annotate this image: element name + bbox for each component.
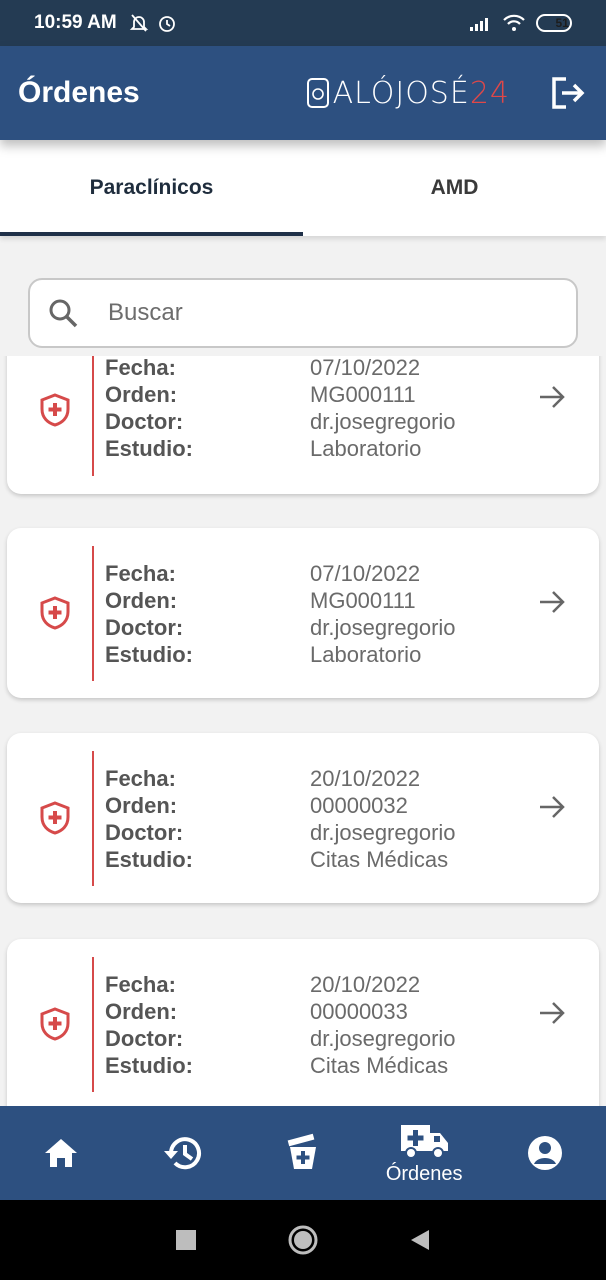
tab-amd[interactable]: AMD xyxy=(303,140,606,236)
system-nav xyxy=(0,1200,606,1280)
orden-label: Orden: xyxy=(105,587,178,613)
ambulance-icon xyxy=(401,1124,449,1159)
logo-accent-text: 24 xyxy=(469,75,510,111)
card-divider xyxy=(92,546,94,681)
estudio-label: Estudio: xyxy=(105,641,193,667)
nav-history[interactable] xyxy=(121,1106,242,1200)
doctor-label: Doctor: xyxy=(105,614,184,640)
fecha-label: Fecha: xyxy=(105,356,176,380)
fecha-label: Fecha: xyxy=(105,971,176,997)
order-card[interactable]: Fecha: 20/10/2022 Orden: 00000032 Doctor: d… xyxy=(7,733,599,903)
orden-value: MG000111 xyxy=(310,587,416,613)
logout-button[interactable] xyxy=(548,73,588,113)
order-card[interactable]: Fecha: 07/10/2022 Orden: MG000111 Doctor: d… xyxy=(7,356,599,494)
tab-paraclinicos[interactable]: Paraclínicos xyxy=(0,140,303,236)
doctor-label: Doctor: xyxy=(105,1025,184,1051)
wifi-icon xyxy=(503,14,525,31)
battery-icon: 51 xyxy=(536,14,572,32)
nav-home[interactable] xyxy=(0,1106,121,1200)
doctor-label: Doctor: xyxy=(105,819,184,845)
tab-bar: Paraclínicos AMD xyxy=(0,140,606,236)
fecha-value: 07/10/2022 xyxy=(310,356,421,380)
doctor-value: dr.josegregorio xyxy=(310,1025,456,1051)
account-icon xyxy=(528,1136,563,1170)
fecha-value: 20/10/2022 xyxy=(310,971,421,997)
battery-level: 51 xyxy=(555,16,569,30)
back-icon[interactable] xyxy=(409,1228,431,1252)
alarm-icon xyxy=(158,16,175,32)
orden-label: Orden: xyxy=(105,792,178,818)
status-time: 10:59 AM xyxy=(34,12,117,33)
phone-logo-icon xyxy=(306,78,329,108)
estudio-label: Estudio: xyxy=(105,846,193,872)
fecha-value: 07/10/2022 xyxy=(310,560,421,586)
doctor-label: Doctor: xyxy=(105,408,184,434)
page-title: Órdenes xyxy=(18,76,140,109)
estudio-label: Estudio: xyxy=(105,1052,193,1078)
estudio-value: Laboratorio xyxy=(310,435,422,461)
search-placeholder: Buscar xyxy=(108,299,183,326)
nav-ordenes-label: Órdenes xyxy=(385,1162,463,1185)
order-card[interactable]: Fecha: 20/10/2022 Orden: 00000033 Doctor: d… xyxy=(7,939,599,1106)
signal-icon xyxy=(470,18,488,31)
app-bar: Órdenes ALÓJOSÉ 24 xyxy=(0,46,606,140)
arrow-right-icon[interactable] xyxy=(537,587,567,617)
orden-value: MG000111 xyxy=(310,381,416,407)
arrow-right-icon[interactable] xyxy=(537,998,567,1028)
search-icon xyxy=(49,299,78,328)
medical-kit-icon xyxy=(287,1133,316,1169)
orden-label: Orden: xyxy=(105,998,178,1024)
arrow-right-icon[interactable] xyxy=(537,792,567,822)
medical-shield-icon xyxy=(40,801,70,835)
bottom-nav: Órdenes xyxy=(0,1106,606,1200)
recents-icon[interactable] xyxy=(175,1229,197,1251)
orders-list: Fecha: 07/10/2022 Orden: MG000111 Doctor: d… xyxy=(0,356,606,1106)
fecha-label: Fecha: xyxy=(105,765,176,791)
doctor-value: dr.josegregorio xyxy=(310,819,456,845)
home-icon xyxy=(44,1139,77,1167)
card-divider xyxy=(92,957,94,1092)
medical-shield-icon xyxy=(40,393,70,427)
medical-shield-icon xyxy=(40,596,70,630)
system-home-icon[interactable] xyxy=(287,1224,319,1256)
logout-icon xyxy=(552,77,585,109)
orden-label: Orden: xyxy=(105,381,178,407)
doctor-value: dr.josegregorio xyxy=(310,408,456,434)
nav-ordenes[interactable]: Órdenes xyxy=(364,1106,485,1200)
nav-profile[interactable] xyxy=(485,1106,606,1200)
fecha-value: 20/10/2022 xyxy=(310,765,421,791)
order-card[interactable]: Fecha: 07/10/2022 Orden: MG000111 Doctor: d… xyxy=(7,528,599,698)
estudio-value: Citas Médicas xyxy=(310,846,449,872)
status-bar: 10:59 AM 51 xyxy=(0,0,606,46)
search-input[interactable]: Buscar xyxy=(28,278,578,348)
notifications-off-icon xyxy=(129,14,148,32)
logo-text: ALÓJOSÉ xyxy=(332,75,470,111)
orden-value: 00000032 xyxy=(310,792,408,818)
history-icon xyxy=(163,1137,201,1170)
doctor-value: dr.josegregorio xyxy=(310,614,456,640)
arrow-right-icon[interactable] xyxy=(537,382,567,412)
nav-medical[interactable] xyxy=(242,1106,363,1200)
estudio-value: Laboratorio xyxy=(310,641,422,667)
card-divider xyxy=(92,751,94,886)
estudio-label: Estudio: xyxy=(105,435,193,461)
estudio-value: Citas Médicas xyxy=(310,1052,449,1078)
card-divider xyxy=(92,356,94,476)
brand-logo: ALÓJOSÉ 24 xyxy=(306,75,510,111)
fecha-label: Fecha: xyxy=(105,560,176,586)
orden-value: 00000033 xyxy=(310,998,408,1024)
medical-shield-icon xyxy=(40,1007,70,1041)
